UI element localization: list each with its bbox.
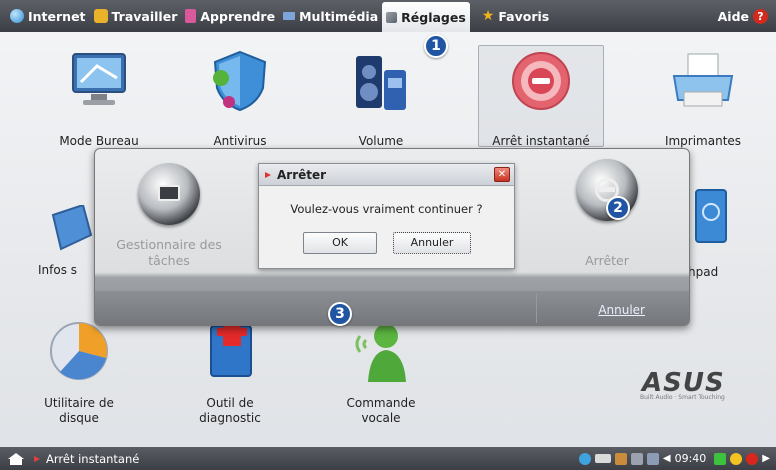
clock: 09:40 — [674, 452, 707, 465]
home-icon[interactable] — [8, 452, 24, 465]
app-touchpad[interactable]: hpad — [688, 188, 768, 288]
app-imprimantes[interactable]: Imprimantes — [640, 48, 766, 148]
callout-badge-2: 2 — [606, 196, 630, 220]
network-icon[interactable] — [578, 452, 591, 465]
app-utilitaire-disque[interactable]: Utilitaire de disque — [16, 318, 142, 430]
globe-icon — [10, 9, 24, 23]
speaker-icon — [356, 56, 406, 110]
top-menu-bar: Internet Travailler Apprendre Multimédia… — [0, 0, 776, 32]
star-icon: ★ — [481, 8, 495, 24]
briefcase-icon — [93, 9, 108, 23]
tab-label: Favoris — [498, 8, 550, 24]
app-label: Volume — [358, 134, 404, 148]
tab-label: Internet — [28, 8, 86, 24]
smiley-icon[interactable] — [730, 452, 743, 465]
active-task-label[interactable]: Arrêt instantané — [46, 452, 139, 466]
app-arrow-icon — [265, 171, 271, 178]
app-label: Commande vocale — [346, 396, 416, 425]
tab-apprendre[interactable]: Apprendre — [181, 0, 279, 32]
tab-favoris[interactable]: ★ Favoris — [478, 0, 553, 32]
app-volume[interactable]: Volume — [318, 48, 444, 148]
keyboard-icon[interactable] — [630, 452, 643, 465]
tab-label: Multimédia — [299, 8, 379, 24]
tab-label: Apprendre — [200, 8, 276, 24]
tray-app-icon[interactable] — [614, 452, 627, 465]
touchpad-icon — [695, 189, 727, 243]
overlay-bottom-bar: Annuler — [95, 291, 689, 325]
task-arrow-icon — [34, 455, 40, 462]
shield-icon — [213, 50, 267, 112]
tab-reglages[interactable]: Réglages — [382, 2, 470, 32]
diagnostic-icon — [210, 320, 252, 377]
app-label: Imprimantes — [664, 134, 742, 148]
app-label: Arrêt instantané — [492, 134, 590, 148]
close-icon[interactable]: ✕ — [494, 167, 510, 182]
app-label: Outil de diagnostic — [199, 396, 261, 425]
power-icon — [512, 52, 570, 110]
help-button[interactable]: Aide ? — [717, 8, 776, 24]
voice-person-icon — [355, 324, 406, 382]
power-icon[interactable] — [746, 452, 759, 465]
dialog-message: Voulez-vous vraiment continuer ? — [290, 202, 483, 216]
divider — [536, 293, 537, 323]
monitor-icon — [72, 53, 126, 105]
app-commande-vocale[interactable]: Commande vocale — [318, 318, 444, 430]
system-tray: ◀ 09:40 ▶ — [578, 452, 776, 465]
app-arret-instantane[interactable]: Arrêt instantané — [478, 48, 604, 148]
cancel-button[interactable]: Annuler — [393, 232, 471, 254]
app-antivirus[interactable]: Antivirus — [177, 48, 303, 148]
chevron-right-icon[interactable]: ▶ — [762, 453, 770, 464]
info-icon — [51, 205, 93, 251]
green-status-icon[interactable] — [714, 452, 727, 465]
battery-icon[interactable] — [594, 454, 611, 463]
confirm-dialog: Arrêter ✕ Voulez-vous vraiment continuer… — [258, 163, 515, 269]
disk-pie-icon — [50, 322, 108, 380]
overlay-cancel-button[interactable]: Annuler — [598, 303, 645, 317]
callout-badge-1: 1 — [424, 34, 448, 58]
tab-label: Travailler — [111, 8, 178, 24]
dialog-title: Arrêter — [277, 167, 327, 182]
app-label: Utilitaire de disque — [44, 396, 114, 425]
task-manager-icon — [138, 163, 200, 225]
shutdown-label: Arrêter — [585, 253, 629, 268]
printer-icon — [672, 53, 734, 107]
desktop: Internet Travailler Apprendre Multimédia… — [0, 0, 776, 470]
tab-multimedia[interactable]: Multimédia — [279, 0, 382, 32]
bottom-taskbar: Arrêt instantané ◀ 09:40 ▶ — [0, 447, 776, 470]
help-icon: ? — [753, 8, 768, 24]
app-outil-diagnostic[interactable]: Outil de diagnostic — [167, 318, 293, 430]
wrench-icon — [386, 11, 398, 23]
app-label: Antivirus — [213, 134, 267, 148]
help-label: Aide — [717, 8, 749, 24]
tab-travailler[interactable]: Travailler — [90, 0, 182, 32]
asus-tagline: Built Audio · Smart Touching — [640, 394, 725, 401]
task-manager-option[interactable]: Gestionnaire des tâches — [99, 163, 239, 269]
display-icon[interactable] — [646, 452, 659, 465]
app-mode-bureau[interactable]: Mode Bureau — [36, 48, 162, 148]
task-manager-label: Gestionnaire des tâches — [116, 237, 222, 268]
film-icon — [283, 12, 296, 20]
tab-label: Réglages — [401, 9, 466, 25]
app-infos-systeme[interactable]: Infos s — [8, 205, 98, 285]
ok-button[interactable]: OK — [303, 232, 377, 254]
app-label: hpad — [688, 265, 719, 279]
app-label: Mode Bureau — [59, 134, 139, 148]
book-icon — [185, 9, 197, 23]
tab-internet[interactable]: Internet — [6, 0, 90, 32]
callout-badge-3: 3 — [328, 302, 352, 326]
volume-icon[interactable]: ◀ — [663, 453, 671, 464]
dialog-titlebar[interactable]: Arrêter — [259, 164, 514, 186]
